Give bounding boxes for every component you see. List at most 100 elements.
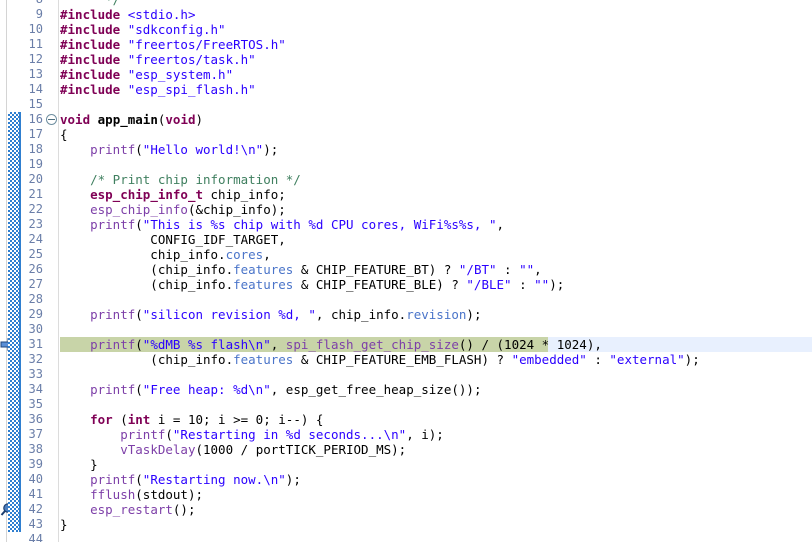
line-number: 11 [28, 37, 43, 51]
code-token: <stdio.h> [127, 7, 196, 22]
code-token: , [263, 247, 271, 262]
code-token: #include [60, 37, 128, 52]
code-token: revision [406, 307, 467, 322]
code-token: & CHIP_FEATURE_BLE) ? [293, 277, 467, 292]
collapse-circle-icon[interactable] [46, 114, 57, 125]
code-token: ( [135, 142, 143, 157]
code-line[interactable]: printf("Free heap: %d\n", esp_get_free_h… [60, 382, 481, 397]
code-line[interactable]: */ [60, 0, 120, 7]
code-line[interactable]: #include "esp_system.h" [60, 67, 233, 82]
code-line[interactable]: fflush(stdout); [60, 487, 203, 502]
code-line[interactable]: (chip_info.features & CHIP_FEATURE_EMB_F… [60, 352, 699, 367]
code-line[interactable]: printf("Restarting in %d seconds...\n", … [60, 427, 444, 442]
editor-code-area[interactable]: */#include <stdio.h>#include "sdkconfig.… [60, 0, 812, 542]
code-token: , [534, 262, 542, 277]
code-token: & CHIP_FEATURE_EMB_FLASH) ? [293, 352, 512, 367]
code-token: ( [135, 217, 143, 232]
code-line[interactable]: #include "freertos/FreeRTOS.h" [60, 37, 286, 52]
code-token: "silicon revision %d, " [142, 307, 316, 322]
code-token: ); [285, 472, 301, 487]
code-token: , [270, 337, 286, 352]
line-number: 32 [28, 352, 43, 366]
code-token: ); [263, 142, 279, 157]
code-token: ( [112, 412, 128, 427]
code-token: ( [135, 307, 143, 322]
code-token: void [165, 112, 196, 127]
code-token: , chip_info. [315, 307, 407, 322]
code-line[interactable]: esp_restart(); [60, 502, 195, 517]
code-token: ( [135, 337, 143, 352]
code-token: { [60, 127, 68, 142]
code-line[interactable]: printf("silicon revision %d, ", chip_inf… [60, 307, 481, 322]
code-token: chip_info. [60, 247, 226, 262]
code-line[interactable]: void app_main(void) [60, 112, 203, 127]
code-token: app_main [97, 112, 158, 127]
editor-folding-column[interactable] [45, 0, 59, 542]
line-number: 18 [28, 142, 43, 156]
code-line[interactable]: #include "sdkconfig.h" [60, 22, 226, 37]
code-token: */ [105, 0, 120, 7]
line-number: 40 [28, 472, 43, 486]
line-number: 26 [28, 262, 43, 276]
code-token: int [127, 412, 151, 427]
code-token: #include [60, 22, 128, 37]
code-line[interactable]: #include <stdio.h> [60, 7, 195, 22]
code-token: "freertos/FreeRTOS.h" [127, 37, 286, 52]
code-line[interactable]: chip_info.cores, [60, 247, 271, 262]
code-token: i = 10; i >= 0; i--) { [150, 412, 324, 427]
code-line[interactable]: printf("This is %s chip with %d CPU core… [60, 217, 504, 232]
line-number: 41 [28, 487, 43, 501]
code-line[interactable]: CONFIG_IDF_TARGET, [60, 232, 286, 247]
code-token: fflush [90, 487, 136, 502]
code-line[interactable]: printf("Restarting now.\n"); [60, 472, 301, 487]
code-token: "/BT" [458, 262, 497, 277]
code-line[interactable]: { [60, 127, 68, 142]
code-token: "" [534, 277, 550, 292]
code-token: "Restarting in %d seconds...\n" [172, 427, 407, 442]
code-token: #include [60, 67, 128, 82]
code-token: spi_flash_get_chip_size [285, 337, 459, 352]
code-token: "%dMB %s flash\n" [142, 337, 271, 352]
line-number: 43 [28, 517, 43, 531]
line-number: 20 [28, 172, 43, 186]
code-line[interactable]: /* Print chip information */ [60, 172, 301, 187]
code-token: (chip_info. [60, 262, 234, 277]
code-line[interactable]: } [60, 517, 68, 532]
code-line[interactable]: #include "esp_spi_flash.h" [60, 82, 256, 97]
code-token: } [60, 457, 98, 472]
code-token: printf [90, 337, 136, 352]
code-line[interactable]: esp_chip_info(&chip_info); [60, 202, 286, 217]
editor-line-number-column: 8910111213141516171819202122232425262728… [21, 0, 45, 542]
code-token: printf [90, 307, 136, 322]
code-token: (1000 / portTICK_PERIOD_MS); [195, 442, 407, 457]
code-line[interactable]: (chip_info.features & CHIP_FEATURE_BT) ?… [60, 262, 542, 277]
code-line[interactable]: for (int i = 10; i >= 0; i--) { [60, 412, 323, 427]
code-token: } [60, 517, 68, 532]
line-number: 23 [28, 217, 43, 231]
code-line[interactable]: esp_chip_info_t chip_info; [60, 187, 286, 202]
code-token: chip_info; [203, 187, 286, 202]
code-token: "sdkconfig.h" [127, 22, 226, 37]
code-line[interactable]: (chip_info.features & CHIP_FEATURE_BLE) … [60, 277, 564, 292]
code-line[interactable]: } [60, 457, 98, 472]
code-line[interactable]: printf("%dMB %s flash\n", spi_flash_get_… [60, 337, 602, 352]
code-line[interactable]: #include "freertos/task.h" [60, 52, 256, 67]
code-line[interactable]: vTaskDelay(1000 / portTICK_PERIOD_MS); [60, 442, 406, 457]
code-token: CONFIG_IDF_TARGET, [60, 232, 286, 247]
line-number: 39 [28, 457, 43, 471]
code-token: : [586, 352, 610, 367]
line-number: 30 [28, 322, 43, 336]
line-number: 34 [28, 382, 43, 396]
code-editor[interactable]: 8910111213141516171819202122232425262728… [0, 0, 812, 542]
line-number: 13 [28, 67, 43, 81]
code-line[interactable]: printf("Hello world!\n"); [60, 142, 278, 157]
editor-marker-column[interactable] [0, 0, 15, 542]
code-token: ( [165, 427, 173, 442]
code-token: esp_restart [90, 502, 173, 517]
